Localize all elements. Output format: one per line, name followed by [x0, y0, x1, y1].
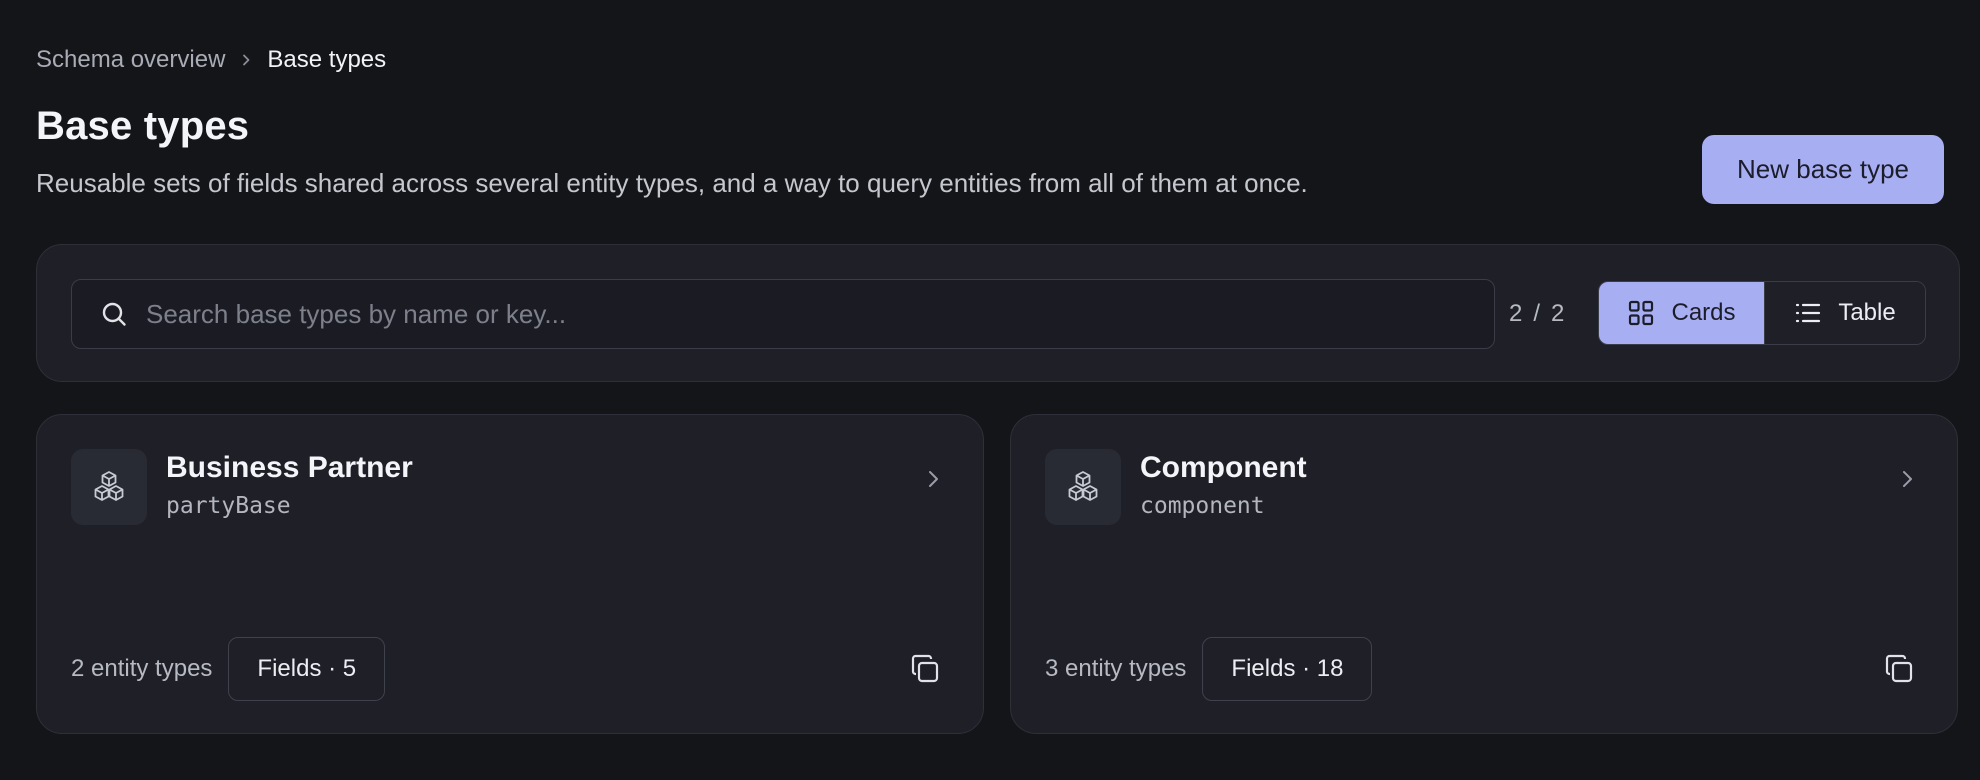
breadcrumb: Schema overview Base types — [36, 46, 386, 74]
toolbar: 2 / 2 Cards Table — [36, 244, 1960, 382]
base-type-card[interactable]: Component component 3 entity types Field… — [1010, 414, 1958, 734]
search-box[interactable] — [71, 279, 1495, 349]
base-type-cards: Business Partner partyBase 2 entity type… — [36, 414, 1960, 734]
cubes-icon — [1045, 449, 1121, 525]
copy-icon[interactable] — [907, 651, 943, 687]
chevron-right-icon[interactable] — [1893, 465, 1921, 493]
breadcrumb-current: Base types — [267, 46, 387, 73]
fields-badge[interactable]: Fields · 5 — [228, 637, 386, 701]
view-toggle: Cards Table — [1598, 281, 1926, 345]
chevron-right-icon — [239, 53, 253, 67]
chevron-right-icon[interactable] — [919, 465, 947, 493]
copy-icon[interactable] — [1881, 651, 1917, 687]
result-count-total: 2 — [1551, 300, 1566, 327]
fields-badge[interactable]: Fields · 18 — [1202, 637, 1373, 701]
list-icon — [1794, 299, 1822, 327]
card-footer: 3 entity types Fields · 18 — [1045, 637, 1373, 701]
search-input[interactable] — [146, 280, 1494, 348]
page-description: Reusable sets of fields shared across se… — [36, 168, 1308, 198]
result-count-shown: 2 — [1509, 300, 1524, 327]
new-base-type-button[interactable]: New base type — [1702, 135, 1944, 204]
card-footer: 2 entity types Fields · 5 — [71, 637, 386, 701]
page-title: Base types — [36, 104, 250, 148]
view-table-label: Table — [1838, 299, 1896, 326]
view-cards-button[interactable]: Cards — [1599, 282, 1764, 344]
page: Schema overview Base types Base types Re… — [0, 0, 1980, 780]
view-cards-label: Cards — [1671, 299, 1736, 326]
cubes-icon — [71, 449, 147, 525]
entity-type-count: 2 entity types — [71, 655, 213, 682]
search-icon — [100, 300, 128, 328]
base-type-card[interactable]: Business Partner partyBase 2 entity type… — [36, 414, 984, 734]
breadcrumb-link-schema-overview[interactable]: Schema overview — [36, 46, 225, 74]
result-count: 2 / 2 — [1509, 279, 1565, 349]
result-count-separator: / — [1533, 300, 1542, 327]
entity-type-count: 3 entity types — [1045, 655, 1187, 682]
card-title[interactable]: Component — [1140, 451, 1307, 485]
card-key: component — [1140, 493, 1265, 519]
grid-icon — [1627, 299, 1655, 327]
card-title[interactable]: Business Partner — [166, 451, 413, 485]
card-key: partyBase — [166, 493, 291, 519]
view-table-button[interactable]: Table — [1764, 282, 1925, 344]
